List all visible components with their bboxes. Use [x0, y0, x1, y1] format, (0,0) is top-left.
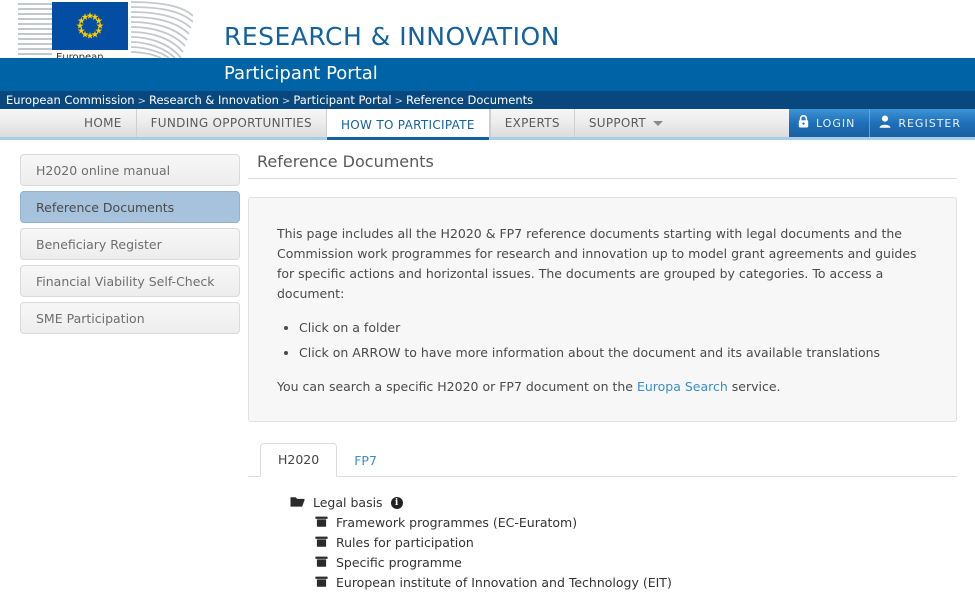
document-tree: Legal basis i Framework programmes (EC-Eur…: [248, 477, 957, 593]
tab-fp7[interactable]: FP7: [337, 445, 394, 477]
tree-node-label: Specific programme: [336, 555, 462, 570]
breadcrumb-separator: >: [137, 96, 146, 107]
sidebar-item-label: Reference Documents: [36, 199, 175, 215]
tree-node[interactable]: European institute of Innovation and Tec…: [290, 573, 957, 593]
nav-item-support[interactable]: SUPPORT: [573, 109, 677, 137]
sidebar-item-financial-viability-self-check[interactable]: Financial Viability Self-Check: [20, 265, 240, 297]
tab-h2020[interactable]: H2020: [260, 443, 338, 477]
sidebar-item-reference-documents[interactable]: Reference Documents: [20, 191, 240, 223]
page-title: Reference Documents: [248, 152, 957, 179]
eu-emblem-label-line1: European: [56, 52, 104, 58]
header-stripes-right: [131, 0, 193, 58]
eu-emblem-label: European Commission: [52, 50, 128, 58]
portal-banner: Participant Portal: [0, 58, 975, 91]
tree-node[interactable]: Legal basis i: [290, 493, 957, 513]
site-title: RESEARCH & INNOVATION: [224, 22, 560, 51]
lock-icon: [798, 114, 809, 131]
page-body: H2020 online manual Reference Documents Be…: [0, 140, 975, 590]
sidebar-item-h2020-online-manual[interactable]: H2020 online manual: [20, 154, 240, 186]
sidebar: H2020 online manual Reference Documents Be…: [0, 140, 240, 554]
folder-closed-icon: [315, 535, 328, 551]
site-header: European Commission RESEARCH & INNOVATIO…: [0, 0, 975, 58]
search-hint: You can search a specific H2020 or FP7 d…: [277, 377, 928, 397]
folder-closed-icon: [315, 555, 328, 571]
europa-search-link[interactable]: Europa Search: [637, 379, 728, 394]
nav-item-label: EXPERTS: [504, 116, 560, 130]
folder-open-icon: [290, 495, 305, 511]
nav-item-label: SUPPORT: [588, 116, 647, 130]
portal-title: Participant Portal: [224, 63, 378, 84]
breadcrumb-separator: >: [281, 96, 291, 107]
tree-node-label: Framework programmes (EC-Euratom): [336, 515, 578, 530]
nav-item-how-to-participate[interactable]: HOW TO PARTICIPATE: [325, 109, 490, 140]
sidebar-item-label: Financial Viability Self-Check: [36, 273, 215, 289]
breadcrumb-item-1[interactable]: Research & Innovation: [149, 93, 279, 107]
chevron-down-icon: [653, 120, 664, 126]
intro-panel: This page includes all the H2020 & FP7 r…: [248, 197, 957, 422]
nav-item-home[interactable]: HOME: [70, 109, 136, 137]
search-hint-before: You can search a specific H2020 or FP7 d…: [277, 379, 637, 394]
instructions-list: Click on a folder Click on ARROW to have …: [277, 318, 928, 363]
breadcrumb-item-0[interactable]: European Commission: [6, 93, 135, 107]
sidebar-item-label: H2020 online manual: [36, 162, 171, 178]
tree-node[interactable]: Framework programmes (EC-Euratom): [290, 513, 957, 533]
breadcrumb-item-2[interactable]: Participant Portal: [293, 93, 391, 107]
register-label: REGISTER: [898, 116, 961, 130]
folder-closed-icon: [315, 515, 328, 531]
main-navigation: HOME FUNDING OPPORTUNITIES HOW TO PARTICIP…: [0, 109, 975, 140]
tree-node[interactable]: Specific programme: [290, 553, 957, 573]
breadcrumb: European Commission > Research & Innovatio…: [0, 91, 975, 109]
nav-item-funding-opportunities[interactable]: FUNDING OPPORTUNITIES: [135, 109, 326, 137]
breadcrumb-separator: >: [394, 96, 403, 107]
sidebar-item-beneficiary-register[interactable]: Beneficiary Register: [20, 228, 240, 260]
nav-item-label: HOME: [84, 116, 122, 130]
user-icon: [879, 115, 891, 131]
eu-flag-icon: [52, 2, 128, 50]
nav-item-label: FUNDING OPPORTUNITIES: [150, 116, 312, 130]
nav-left-spacer: [0, 109, 70, 137]
instruction-item-1: Click on ARROW to have more information …: [299, 343, 928, 363]
tree-node[interactable]: Rules for participation: [290, 533, 957, 553]
nav-item-experts[interactable]: EXPERTS: [489, 109, 574, 137]
login-button[interactable]: LOGIN: [788, 109, 870, 137]
register-button[interactable]: REGISTER: [869, 109, 975, 137]
sidebar-item-label: Beneficiary Register: [36, 236, 162, 252]
nav-item-label: HOW TO PARTICIPATE: [340, 117, 475, 132]
intro-paragraph: This page includes all the H2020 & FP7 r…: [277, 226, 917, 301]
search-hint-after: service.: [727, 379, 781, 394]
main-content: Reference Documents This page includes a…: [240, 140, 975, 590]
tab-label: FP7: [354, 453, 377, 468]
tree-node-label: Legal basis: [313, 495, 383, 510]
info-icon[interactable]: i: [390, 497, 403, 509]
tree-node-label: European institute of Innovation and Tec…: [336, 575, 672, 590]
tree-node-label: Rules for participation: [336, 535, 474, 550]
login-label: LOGIN: [815, 116, 856, 130]
sidebar-item-sme-participation[interactable]: SME Participation: [20, 302, 240, 334]
folder-closed-icon: [315, 575, 328, 591]
instruction-item-0: Click on a folder: [299, 318, 928, 338]
auth-buttons: LOGIN REGISTER: [788, 109, 975, 137]
tab-label: H2020: [278, 452, 320, 467]
sidebar-item-label: SME Participation: [36, 310, 145, 326]
document-tabs: H2020 FP7: [248, 443, 957, 477]
breadcrumb-item-3[interactable]: Reference Documents: [406, 93, 533, 107]
